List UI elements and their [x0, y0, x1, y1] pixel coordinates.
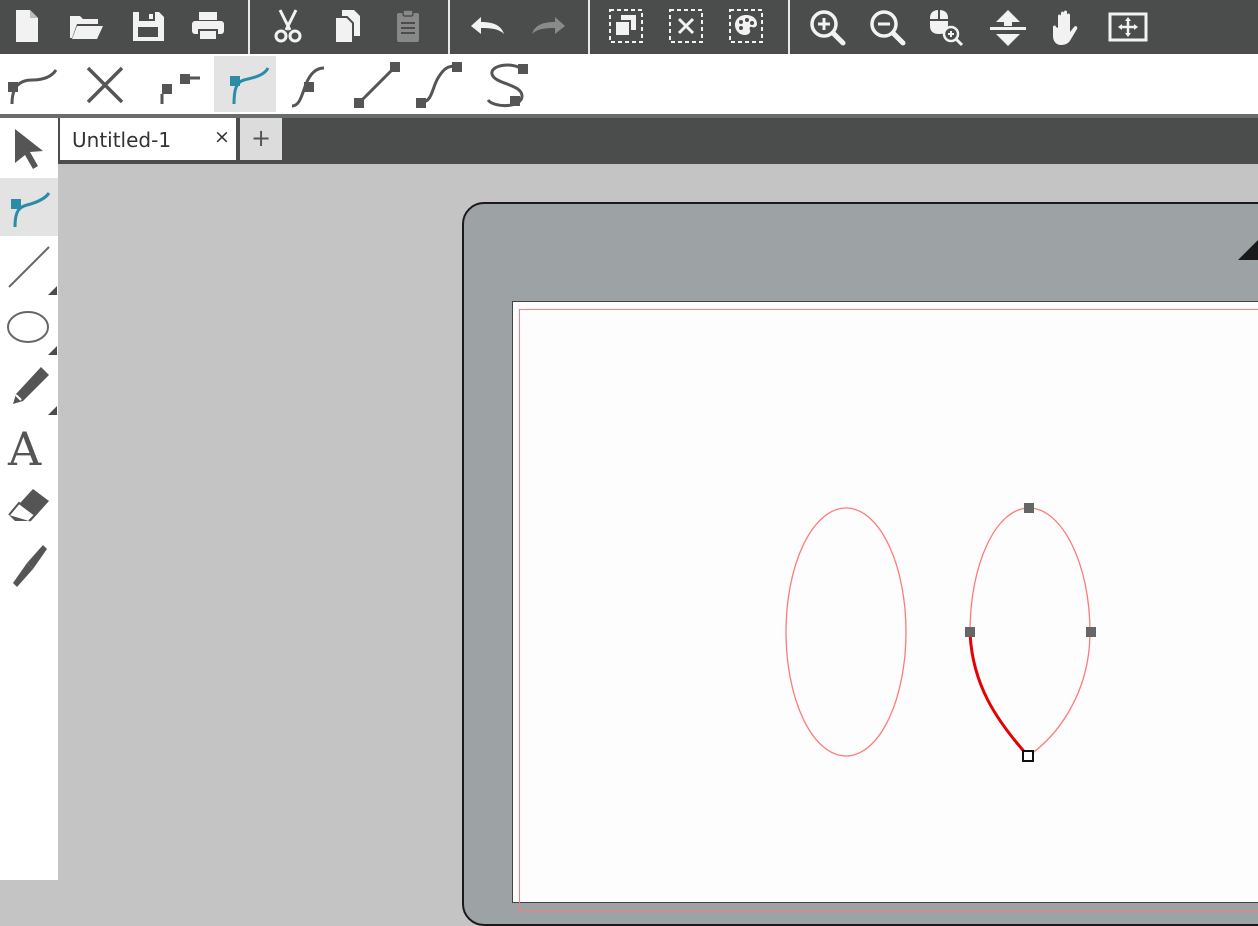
toolbar-separator — [788, 0, 790, 54]
save-icon[interactable] — [126, 4, 170, 48]
copy-icon[interactable] — [326, 4, 370, 48]
pencil-tool-icon[interactable] — [0, 358, 58, 416]
line-segment-icon[interactable] — [344, 56, 406, 112]
tool-panel: A — [0, 118, 58, 880]
delete-node-icon[interactable] — [74, 56, 136, 112]
node-toolbar — [0, 54, 1258, 114]
edited-ellipse-path[interactable] — [1027, 507, 1091, 757]
open-folder-icon[interactable] — [64, 4, 108, 48]
zoom-in-icon[interactable] — [804, 4, 848, 48]
drawing-layer[interactable] — [58, 164, 1258, 880]
break-node-icon[interactable] — [148, 56, 210, 112]
tool-flyout-indicator — [48, 346, 57, 355]
tab-untitled-1[interactable]: Untitled-1 × — [60, 118, 236, 160]
tab-bar: Untitled-1 × + — [58, 118, 1258, 164]
redo-icon[interactable] — [524, 4, 568, 48]
toolbar-separator — [448, 0, 450, 54]
selected-node-handle[interactable] — [1022, 750, 1034, 762]
corner-node-icon[interactable] — [214, 56, 276, 112]
zoom-selection-icon[interactable] — [922, 4, 966, 48]
eraser-tool-icon[interactable] — [0, 478, 58, 536]
line-tool-icon[interactable] — [0, 238, 58, 296]
cut-icon[interactable] — [266, 4, 310, 48]
fit-to-page-icon[interactable] — [1104, 4, 1148, 48]
zoom-out-icon[interactable] — [864, 4, 908, 48]
move-to-origin-icon[interactable] — [984, 4, 1028, 48]
selected-segment[interactable] — [968, 631, 1030, 757]
toolbar-separator — [588, 0, 590, 54]
tool-flyout-indicator — [48, 286, 57, 295]
node-handle[interactable] — [1024, 503, 1034, 513]
paste-icon[interactable] — [386, 4, 430, 48]
edited-ellipse-path[interactable] — [969, 507, 1030, 633]
print-icon[interactable] — [186, 4, 230, 48]
undo-icon[interactable] — [464, 4, 508, 48]
text-tool-glyph: A — [7, 422, 42, 473]
new-document-icon[interactable] — [4, 4, 48, 48]
node-handle[interactable] — [1086, 627, 1096, 637]
new-tab-button[interactable]: + — [240, 118, 282, 160]
tab-label: Untitled-1 — [72, 128, 172, 152]
tool-flyout-indicator — [48, 406, 57, 415]
main-toolbar — [0, 0, 1258, 54]
fill-style-icon[interactable] — [724, 4, 768, 48]
bezier-curve-icon[interactable] — [474, 56, 536, 112]
knife-tool-icon[interactable] — [0, 538, 58, 596]
edit-points-tool-icon[interactable] — [0, 178, 58, 236]
tab-close-button[interactable]: × — [214, 126, 230, 148]
node-handle[interactable] — [965, 627, 975, 637]
group-icon[interactable] — [604, 4, 648, 48]
text-tool-icon[interactable]: A — [0, 418, 58, 476]
curve-segment-icon[interactable] — [406, 56, 468, 112]
select-tool-icon[interactable] — [0, 120, 58, 178]
ellipse-shape[interactable] — [785, 507, 907, 757]
edit-curve-icon[interactable] — [0, 56, 62, 112]
toolbar-separator — [248, 0, 250, 54]
ungroup-icon[interactable] — [664, 4, 708, 48]
smooth-node-icon[interactable] — [282, 56, 344, 112]
canvas[interactable] — [58, 164, 1258, 926]
pan-hand-icon[interactable] — [1044, 4, 1088, 48]
ellipse-tool-icon[interactable] — [0, 298, 58, 356]
